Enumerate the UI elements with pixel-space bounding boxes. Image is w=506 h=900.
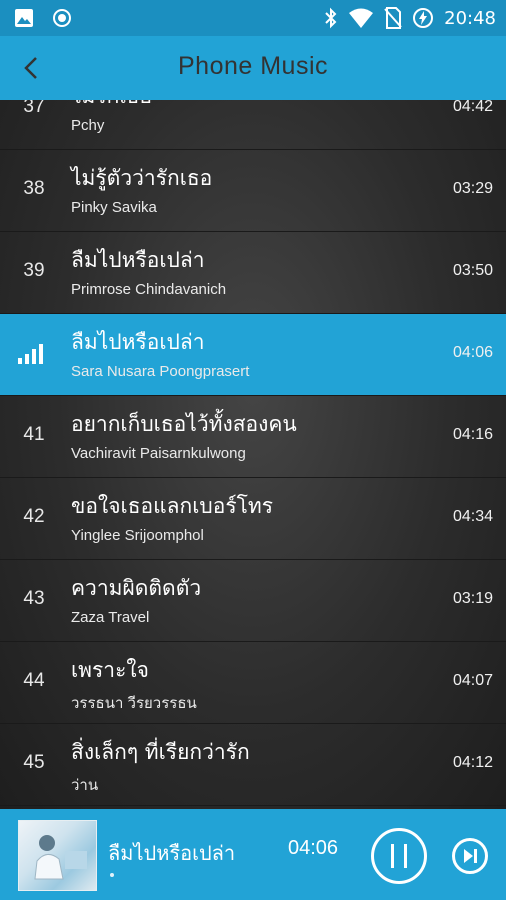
skip-next-icon (464, 849, 477, 863)
track-duration: 04:07 (452, 672, 493, 689)
track-duration: 04:34 (452, 508, 493, 525)
track-artist: Zaza Travel (71, 609, 150, 626)
track-artist: Primrose Chindavanich (71, 281, 227, 298)
track-duration: 04:42 (452, 100, 493, 115)
app-header: Phone Music (0, 36, 506, 100)
pause-icon (391, 844, 407, 868)
no-sim-icon (384, 7, 402, 29)
track-title: อยากเก็บเธอไว้ทั้งสองคน (71, 412, 297, 436)
wifi-icon (349, 8, 374, 28)
track-duration: 04:06 (452, 344, 493, 361)
album-cover[interactable] (18, 820, 97, 891)
track-number: 42 (23, 506, 45, 527)
track-row[interactable]: 41 อยากเก็บเธอไว้ทั้งสองคน Vachiravit Pais… (0, 396, 506, 478)
track-number: 37 (23, 100, 45, 117)
track-row[interactable]: 38 ไม่รู้ตัวว่ารักเธอ Pinky Savika 03:29 (0, 150, 506, 232)
track-artist: ว่าน (71, 777, 99, 794)
track-duration: 04:16 (452, 426, 493, 443)
track-row[interactable]: 37 ไม่รักเธอ Pchy 04:42 (0, 100, 506, 150)
now-playing-title: ลืมไปหรือเปล่า (108, 841, 236, 865)
now-playing-bar[interactable]: ลืมไปหรือเปล่า 04:06 (0, 809, 506, 900)
record-icon (53, 9, 71, 27)
track-title: ขอใจเธอแลกเบอร์โทร (71, 494, 274, 518)
progress-dot (110, 873, 114, 877)
track-title: เพราะใจ (71, 658, 149, 682)
track-row[interactable]: 45 สิ่งเล็กๆ ที่เรียกว่ารักว่าน 04:12 (0, 724, 506, 806)
track-duration: 03:29 (452, 180, 493, 197)
track-row[interactable]: 44 เพราะใจวรรธนา วีรยวรรธน 04:07 (0, 642, 506, 724)
status-time: 20:48 (444, 7, 496, 29)
track-artist: Pinky Savika (71, 199, 157, 216)
track-artist: วรรธนา วีรยวรรธน (71, 695, 197, 712)
track-artist: Pchy (71, 117, 105, 134)
track-number: 45 (23, 752, 45, 773)
next-button[interactable] (452, 838, 488, 874)
battery-charging-icon (413, 8, 434, 28)
track-row[interactable]: 43 ความผิดติดตัว Zaza Travel 03:19 (0, 560, 506, 642)
track-duration: 03:19 (452, 590, 493, 607)
track-number: 38 (23, 178, 45, 199)
track-row[interactable]: 39 ลืมไปหรือเปล่า Primrose Chindavanich 03:… (0, 232, 506, 314)
track-duration: 03:50 (452, 262, 493, 279)
pause-button[interactable] (371, 828, 427, 884)
track-title: ความผิดติดตัว (71, 576, 202, 600)
track-artist: Yinglee Srijoomphol (71, 527, 204, 544)
status-bar: 20:48 (0, 0, 506, 36)
page-title: Phone Music (177, 52, 329, 80)
track-artist: Vachiravit Paisarnkulwong (71, 445, 246, 462)
bluetooth-icon (325, 7, 337, 29)
track-title: ไม่รู้ตัวว่ารักเธอ (71, 166, 213, 190)
now-playing-time: 04:06 (288, 837, 339, 859)
track-title: ลืมไปหรือเปล่า (71, 330, 205, 354)
equalizer-icon (18, 344, 43, 364)
track-row-playing[interactable]: ลืมไปหรือเปล่า Sara Nusara Poongprasert 04… (0, 314, 506, 396)
track-row[interactable]: 42 ขอใจเธอแลกเบอร์โทร Yinglee Srijoomphol 0… (0, 478, 506, 560)
track-duration: 04:12 (452, 754, 493, 771)
track-list[interactable]: 37 ไม่รักเธอ Pchy 04:42 38 ไม่รู้ตัวว่ารักเธอ… (0, 100, 506, 809)
album-art-image (34, 835, 87, 880)
image-icon (15, 9, 33, 27)
track-number: 39 (23, 260, 45, 281)
track-number: 43 (23, 588, 45, 609)
track-artist: Sara Nusara Poongprasert (71, 363, 250, 380)
track-number: 41 (23, 424, 45, 445)
track-title: สิ่งเล็กๆ ที่เรียกว่ารัก (71, 740, 250, 764)
track-number: 44 (23, 670, 45, 691)
track-title: ลืมไปหรือเปล่า (71, 248, 205, 272)
track-title: ไม่รักเธอ (71, 100, 152, 113)
